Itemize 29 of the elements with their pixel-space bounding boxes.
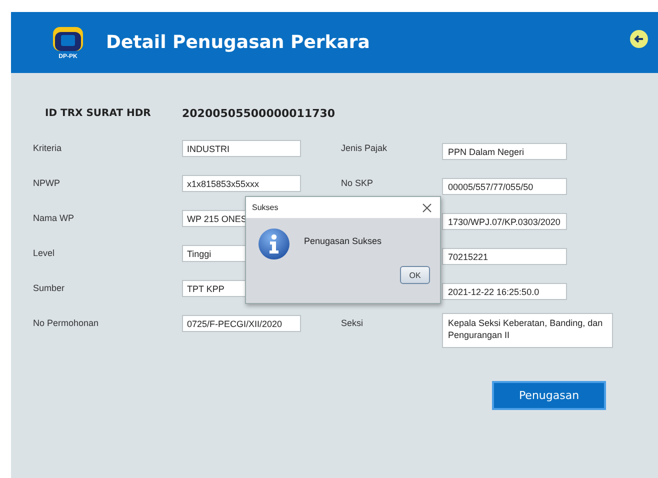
text-field[interactable]: INDUSTRI bbox=[182, 140, 301, 157]
page-title: Detail Penugasan Perkara bbox=[106, 32, 371, 53]
assign-button[interactable]: Penugasan bbox=[492, 381, 606, 410]
field-label: Seksi bbox=[341, 318, 364, 328]
field-label: NPWP bbox=[33, 178, 60, 188]
field-label: Sumber bbox=[33, 283, 65, 293]
logo-icon bbox=[52, 26, 84, 52]
id-value: 20200505500000011730 bbox=[182, 106, 336, 120]
dialog-title: Sukses bbox=[252, 203, 278, 212]
text-field[interactable]: 00005/557/77/055/50 bbox=[442, 178, 567, 195]
field-label: Nama WP bbox=[33, 213, 74, 223]
text-area[interactable]: Kepala Seksi Keberatan, Banding, dan Pengurangan II bbox=[442, 313, 613, 348]
ok-button[interactable]: OK bbox=[400, 266, 430, 284]
field-label: Jenis Pajak bbox=[341, 143, 388, 153]
text-field[interactable]: x1x815853x55xxx bbox=[182, 175, 301, 192]
text-field[interactable]: 0725/F-PECGI/XII/2020 bbox=[182, 315, 301, 332]
field-label: Level bbox=[33, 248, 55, 258]
text-field[interactable]: 2021-12-22 16:25:50.0 bbox=[442, 283, 567, 300]
field-label: No SKP bbox=[341, 178, 374, 188]
close-icon[interactable] bbox=[422, 202, 432, 212]
field-label: Kriteria bbox=[33, 143, 62, 153]
text-field[interactable]: PPN Dalam Negeri bbox=[442, 143, 567, 160]
text-field[interactable]: 1730/WPJ.07/KP.0303/2020 bbox=[442, 213, 567, 230]
back-icon[interactable] bbox=[630, 30, 648, 48]
info-icon bbox=[258, 228, 290, 260]
field-label: No Permohonan bbox=[33, 318, 99, 328]
id-label: ID TRX SURAT HDR bbox=[45, 108, 152, 118]
dialog-message: Penugasan Sukses bbox=[304, 236, 382, 246]
text-field[interactable]: 70215221 bbox=[442, 248, 567, 265]
